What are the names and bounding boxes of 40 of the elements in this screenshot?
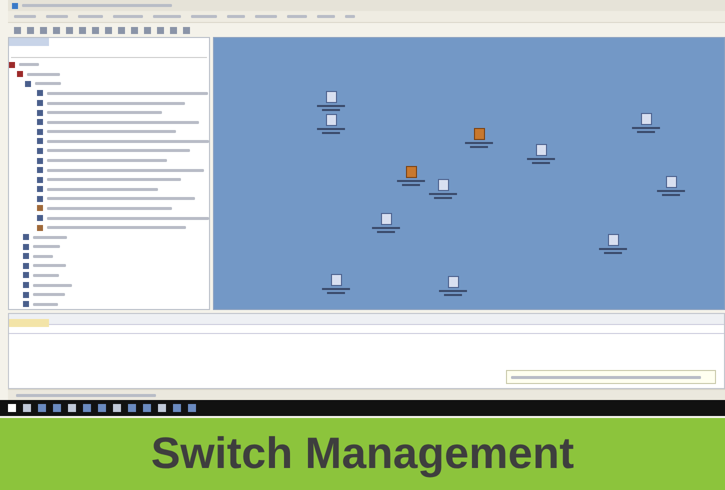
tree-node-icon bbox=[37, 100, 43, 106]
tree-node-icon bbox=[37, 158, 43, 164]
tree-node-icon bbox=[37, 215, 43, 221]
device-node-drawing[interactable] bbox=[316, 114, 346, 134]
device-node-drawing[interactable] bbox=[438, 276, 468, 296]
device-node-drawing[interactable] bbox=[428, 179, 458, 199]
device-node-drawing[interactable] bbox=[321, 274, 351, 294]
tree-node-icon bbox=[37, 224, 43, 231]
tree-node-icon bbox=[37, 186, 43, 192]
tree-node-icon bbox=[37, 148, 43, 154]
tree-node-icon bbox=[37, 119, 43, 126]
tree-node-icon bbox=[23, 301, 29, 308]
tree-node-icon bbox=[23, 292, 29, 298]
tree-node-icon bbox=[37, 167, 43, 174]
tree-node-icon bbox=[37, 176, 43, 183]
tree-node-icon bbox=[23, 272, 29, 278]
tree-node-icon bbox=[9, 62, 15, 68]
device-node-drawing[interactable] bbox=[371, 213, 401, 233]
device-node-drawing[interactable] bbox=[526, 144, 556, 164]
tree-node-icon bbox=[23, 262, 29, 269]
tree-node-icon bbox=[37, 110, 43, 116]
device-node-drawing[interactable] bbox=[316, 91, 346, 111]
tree-node-icon bbox=[23, 253, 29, 260]
tree-node-icon bbox=[23, 244, 29, 250]
caption-title: Switch Management bbox=[151, 429, 574, 479]
tree-node-icon bbox=[17, 71, 23, 78]
tree-node-icon bbox=[37, 90, 43, 96]
tree-node-icon bbox=[23, 234, 29, 240]
tree-node-icon bbox=[37, 196, 43, 202]
device-node-drawing[interactable] bbox=[631, 113, 661, 133]
tree-node-icon bbox=[25, 80, 31, 87]
tree-node-icon bbox=[37, 138, 43, 144]
tree-node-icon bbox=[37, 128, 43, 135]
device-node-drawing[interactable] bbox=[464, 128, 494, 148]
device-node-drawing[interactable] bbox=[396, 166, 426, 186]
tree-node-icon bbox=[37, 205, 43, 212]
tree-node-icon bbox=[23, 282, 29, 288]
start-icon[interactable] bbox=[8, 404, 16, 412]
device-node-drawing[interactable] bbox=[598, 234, 628, 254]
device-node-drawing[interactable] bbox=[656, 176, 686, 196]
